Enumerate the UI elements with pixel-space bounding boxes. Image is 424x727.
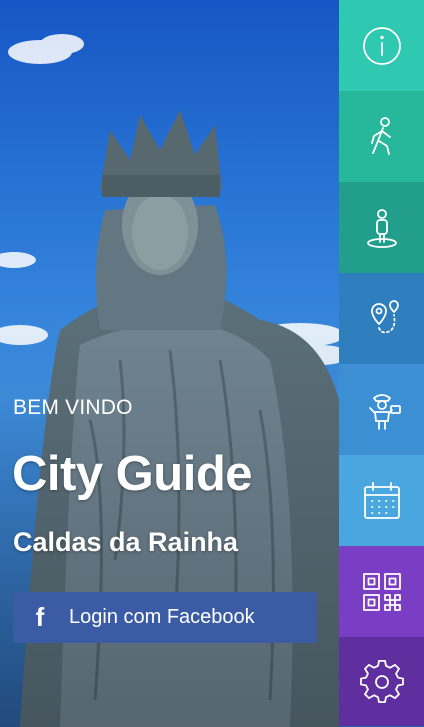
facebook-login-label: Login com Facebook <box>69 606 255 628</box>
welcome-text: BEM VINDO <box>13 396 133 419</box>
route-pins-icon <box>370 299 399 333</box>
tourist-camera-icon <box>368 393 401 430</box>
gear-icon <box>359 659 404 703</box>
qr-code-icon <box>362 572 401 611</box>
calendar-icon <box>363 481 400 519</box>
nearby-button[interactable] <box>339 182 424 273</box>
facebook-login-button[interactable]: f Login com Facebook <box>13 592 317 643</box>
app-title: City Guide <box>12 447 253 501</box>
info-button[interactable] <box>339 0 424 91</box>
side-menu <box>339 0 424 727</box>
routes-button[interactable] <box>339 273 424 364</box>
facebook-icon: f <box>35 602 45 632</box>
walking-tours-button[interactable] <box>339 91 424 182</box>
walking-person-icon <box>370 116 391 155</box>
settings-button[interactable] <box>339 637 424 726</box>
info-icon <box>362 26 401 65</box>
tourist-button[interactable] <box>339 364 424 455</box>
qr-scanner-button[interactable] <box>339 546 424 637</box>
person-location-icon <box>366 208 397 248</box>
events-calendar-button[interactable] <box>339 455 424 546</box>
city-name: Caldas da Rainha <box>13 527 239 557</box>
